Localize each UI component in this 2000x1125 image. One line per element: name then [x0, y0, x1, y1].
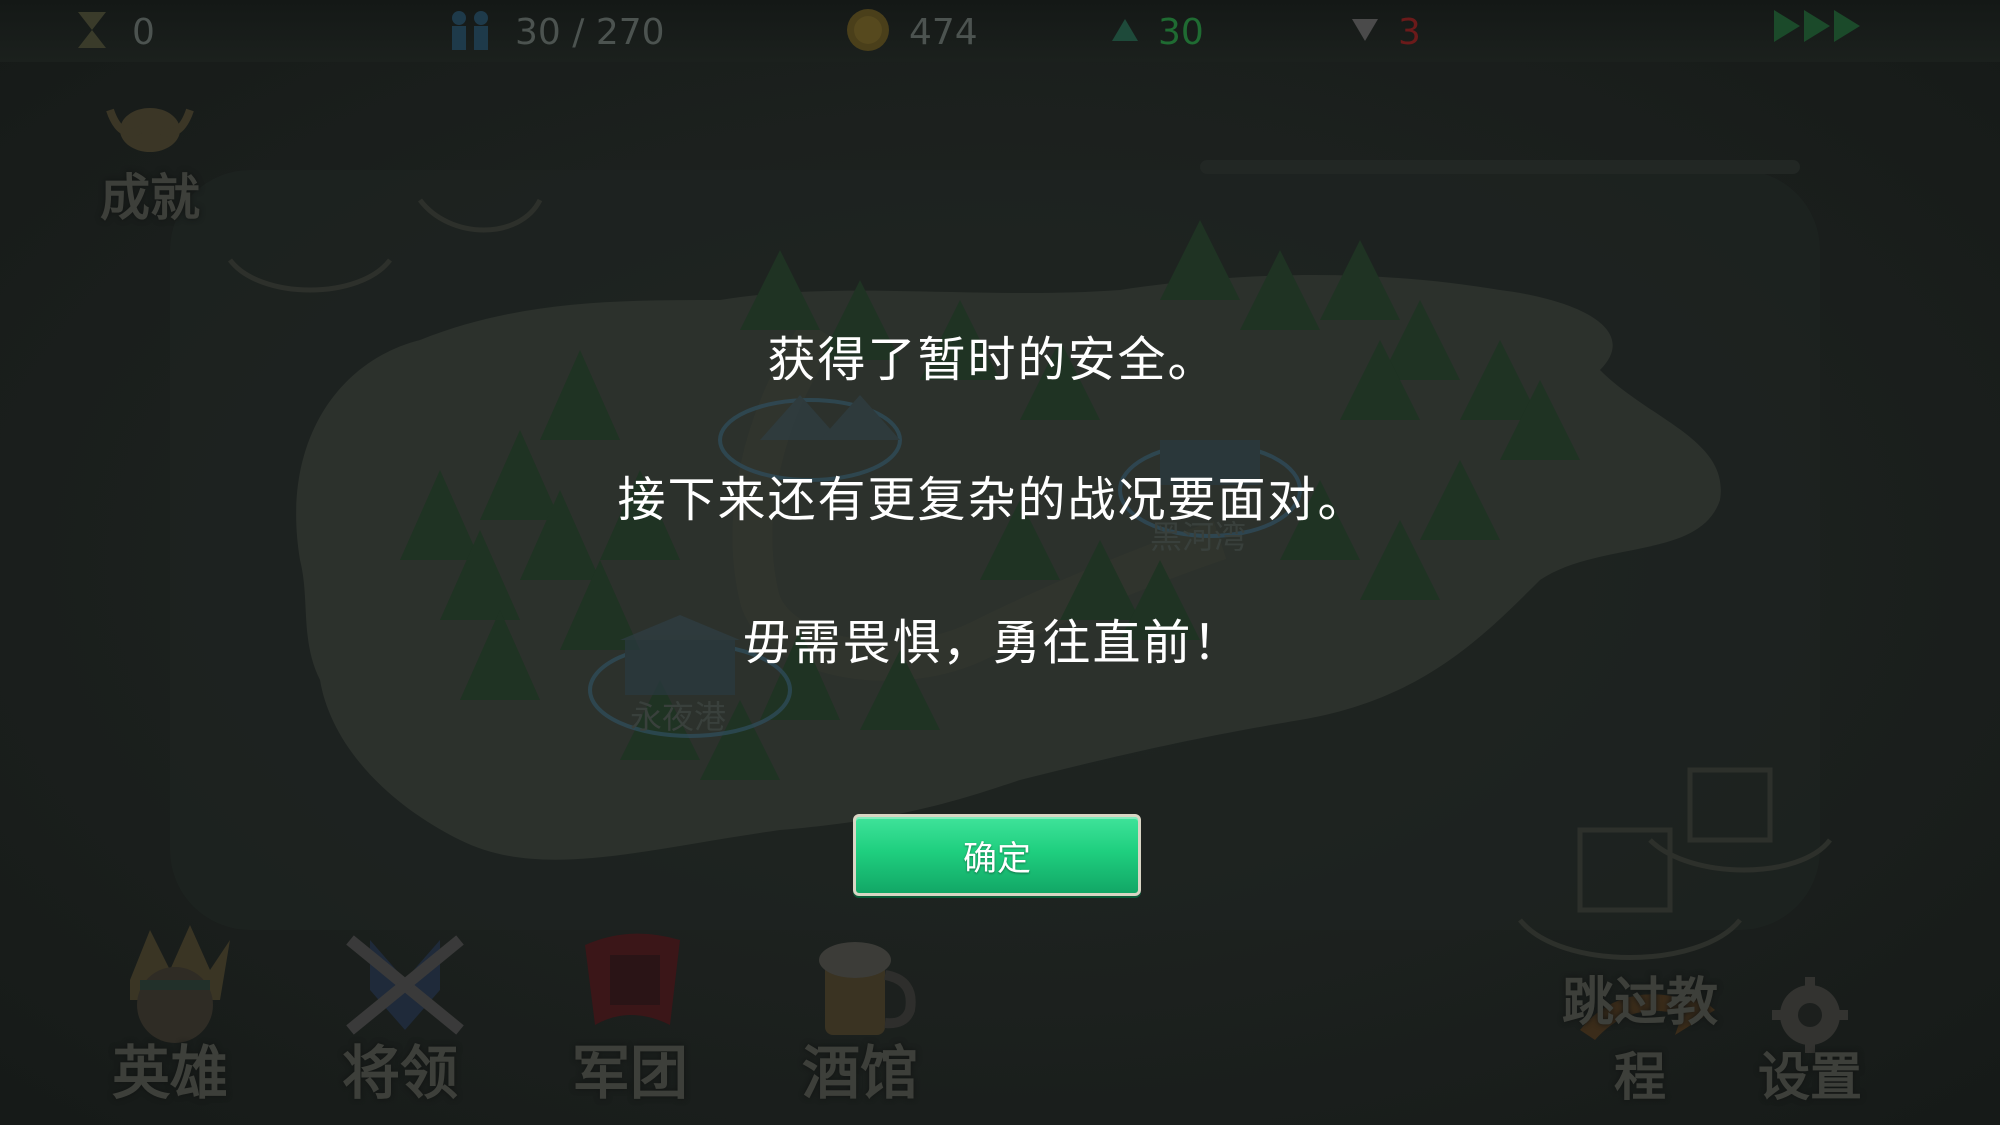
score-stat: 0: [70, 8, 155, 56]
play-icon: [1774, 10, 1800, 42]
population-stat: 30 / 270: [445, 8, 665, 56]
settings-button[interactable]: 设置: [1745, 975, 1875, 1110]
fast-forward-icon-2: [1834, 10, 1860, 42]
gold-value: 474: [909, 11, 978, 53]
down-stat: 3: [1350, 8, 1421, 56]
fast-forward-icon: [1804, 10, 1830, 42]
top-hud: 0 30 / 270 474 30 3: [0, 0, 2000, 62]
skip-tutorial-label: 跳过教程: [1561, 973, 1718, 1108]
settings-label: 设置: [1757, 1048, 1862, 1108]
fast-forward-button[interactable]: [1774, 10, 1860, 42]
score-value: 0: [132, 11, 155, 53]
hero-label: 英雄: [111, 1039, 228, 1107]
game-scene: 永夜港 黑河湾 0 30 / 270 474 30 3 成就 英雄 将领 军团 …: [0, 0, 2000, 1125]
legion-button[interactable]: 军团: [530, 920, 730, 1110]
gold-stat: 474: [845, 8, 978, 56]
down-value: 3: [1398, 11, 1421, 53]
map-label-port: 永夜港: [630, 698, 727, 736]
achievements-label: 成就: [100, 169, 200, 227]
down-arrow-icon: [1350, 15, 1380, 49]
skip-tutorial-button[interactable]: 跳过教程: [1540, 973, 1740, 1110]
dialog-line-3: 毋需畏惧，勇往直前！: [742, 615, 1243, 671]
trophy-icon: [100, 90, 200, 164]
confirm-button[interactable]: 确定: [853, 814, 1141, 896]
general-button[interactable]: 将领: [300, 920, 500, 1110]
up-stat: 30: [1110, 8, 1204, 56]
population-icon: [445, 8, 497, 56]
gold-coin-icon: [845, 7, 891, 57]
general-label: 将领: [341, 1039, 458, 1107]
achievements-button[interactable]: 成就: [80, 90, 220, 230]
hero-button[interactable]: 英雄: [70, 920, 270, 1110]
hourglass-icon: [70, 8, 114, 56]
dialog-line-2: 接下来还有更复杂的战况要面对。: [617, 472, 1368, 528]
legion-label: 军团: [571, 1039, 688, 1107]
up-arrow-icon: [1110, 15, 1140, 49]
dialog-line-1: 获得了暂时的安全。: [767, 332, 1218, 388]
population-value: 30 / 270: [515, 11, 665, 53]
up-value: 30: [1158, 11, 1204, 53]
tavern-button[interactable]: 酒馆: [760, 920, 960, 1110]
tavern-label: 酒馆: [801, 1039, 918, 1107]
